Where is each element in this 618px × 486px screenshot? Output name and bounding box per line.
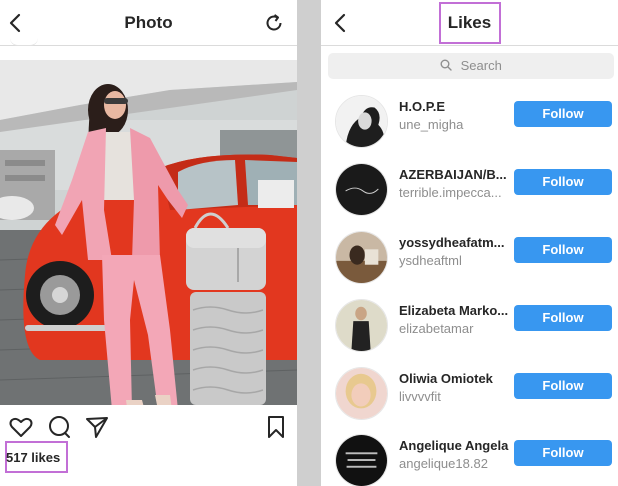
photo-panel: Photo 517 likes (0, 0, 297, 486)
avatar[interactable] (335, 367, 388, 420)
comment-icon[interactable] (46, 414, 72, 440)
screen: Photo 517 likes Likes Search H.O.P.E une… (0, 0, 618, 486)
user-handle: livvvvfit (399, 389, 441, 404)
user-name[interactable]: Elizabeta Marko... (399, 303, 513, 318)
user-handle: angelique18.82 (399, 456, 488, 471)
user-handle: une_migha (399, 117, 464, 132)
list-item[interactable]: Oliwia Omiotek livvvvfit Follow (321, 365, 618, 433)
photo-header: Photo (0, 0, 297, 46)
user-name[interactable]: AZERBAIJAN/B... (399, 167, 513, 182)
follow-button[interactable]: Follow (514, 101, 612, 127)
search-input[interactable]: Search (328, 53, 614, 79)
refresh-icon[interactable] (263, 12, 285, 34)
list-item[interactable]: AZERBAIJAN/B... terrible.impecca... Foll… (321, 161, 618, 229)
list-item[interactable]: H.O.P.E une_migha Follow (321, 93, 618, 161)
user-handle: ysdheaftml (399, 253, 462, 268)
follow-button[interactable]: Follow (514, 373, 612, 399)
avatar[interactable] (335, 163, 388, 216)
page-title: Photo (124, 13, 173, 32)
user-name[interactable]: Oliwia Omiotek (399, 371, 513, 386)
post-photo[interactable] (0, 60, 297, 405)
bookmark-icon[interactable] (263, 414, 289, 440)
follow-button[interactable]: Follow (514, 305, 612, 331)
likes-panel: Likes Search H.O.P.E une_migha Follow AZ… (321, 0, 618, 486)
page-title: Likes (447, 13, 492, 32)
avatar[interactable] (335, 231, 388, 284)
avatar[interactable] (335, 95, 388, 148)
avatar[interactable] (335, 434, 388, 486)
user-handle: elizabetamar (399, 321, 474, 336)
list-item[interactable]: Angelique Angela angelique18.82 Follow (321, 432, 618, 486)
share-icon[interactable] (84, 414, 110, 440)
follow-button[interactable]: Follow (514, 440, 612, 466)
list-item[interactable]: Elizabeta Marko... elizabetamar Follow (321, 297, 618, 365)
author-avatar[interactable] (10, 38, 38, 46)
user-handle: terrible.impecca... (399, 185, 502, 200)
follow-button[interactable]: Follow (514, 237, 612, 263)
user-name[interactable]: yossydheafatm... (399, 235, 513, 250)
list-item[interactable]: yossydheafatm... ysdheaftml Follow (321, 229, 618, 297)
likes-header: Likes (321, 0, 618, 46)
panel-divider (297, 0, 321, 486)
follow-button[interactable]: Follow (514, 169, 612, 195)
post-actions-bar (0, 414, 297, 444)
search-icon (440, 59, 452, 71)
search-placeholder: Search (460, 58, 502, 73)
likes-count[interactable]: 517 likes (6, 450, 60, 465)
heart-icon[interactable] (8, 414, 34, 440)
avatar[interactable] (335, 299, 388, 352)
user-name[interactable]: H.O.P.E (399, 99, 513, 114)
user-name[interactable]: Angelique Angela (399, 438, 513, 453)
